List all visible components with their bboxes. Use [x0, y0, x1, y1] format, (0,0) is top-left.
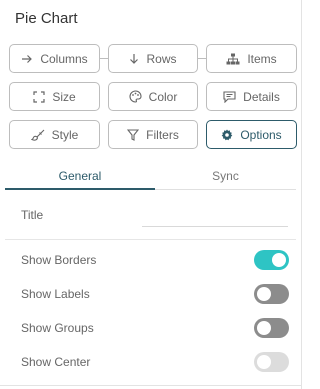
show-center-label: Show Center [21, 355, 91, 369]
settings-panel: Pie Chart Columns Rows Items Size Color [0, 0, 309, 389]
brush-icon [30, 129, 45, 141]
title-input[interactable] [142, 226, 288, 227]
style-button[interactable]: Style [9, 120, 100, 149]
toggle-knob [257, 355, 271, 369]
filter-icon [127, 128, 140, 141]
arrow-down-icon [129, 53, 139, 65]
tab-bar: General Sync [5, 163, 296, 191]
filters-label: Filters [146, 127, 179, 142]
tab-bar-divider [155, 189, 296, 190]
color-label: Color [148, 89, 178, 104]
rows-button[interactable]: Rows [108, 44, 198, 73]
panel-edge-right [301, 0, 302, 389]
show-labels-label: Show Labels [21, 287, 90, 301]
panel-edge-bottom [0, 385, 302, 386]
color-button[interactable]: Color [108, 82, 198, 111]
show-borders-toggle[interactable] [254, 250, 289, 270]
show-labels-toggle[interactable] [254, 284, 289, 304]
gear-icon [221, 129, 233, 141]
toggle-knob [257, 321, 271, 335]
options-label: Options [240, 127, 282, 142]
toggle-knob [257, 287, 271, 301]
columns-button[interactable]: Columns [9, 44, 100, 73]
tab-sync[interactable]: Sync [155, 163, 296, 191]
resize-icon [33, 90, 45, 103]
arrow-right-icon [21, 54, 33, 64]
active-tab-indicator [5, 188, 155, 190]
options-button[interactable]: Options [206, 120, 297, 149]
items-button[interactable]: Items [206, 44, 297, 73]
section-divider [5, 239, 296, 240]
show-groups-toggle[interactable] [254, 318, 289, 338]
hierarchy-icon [226, 53, 240, 65]
details-label: Details [243, 89, 280, 104]
panel-title: Pie Chart [15, 10, 78, 27]
show-center-toggle[interactable] [254, 352, 289, 372]
show-groups-label: Show Groups [21, 321, 94, 335]
size-button[interactable]: Size [9, 82, 100, 111]
chat-icon [223, 90, 236, 103]
tab-general[interactable]: General [5, 163, 155, 191]
show-borders-label: Show Borders [21, 253, 97, 267]
toggle-knob [272, 253, 286, 267]
title-field-label: Title [21, 208, 44, 222]
palette-icon [129, 90, 142, 103]
details-button[interactable]: Details [206, 82, 297, 111]
columns-label: Columns [40, 51, 88, 66]
items-label: Items [247, 51, 277, 66]
filters-button[interactable]: Filters [108, 120, 198, 149]
size-label: Size [52, 89, 76, 104]
style-label: Style [51, 127, 79, 142]
rows-label: Rows [146, 51, 177, 66]
